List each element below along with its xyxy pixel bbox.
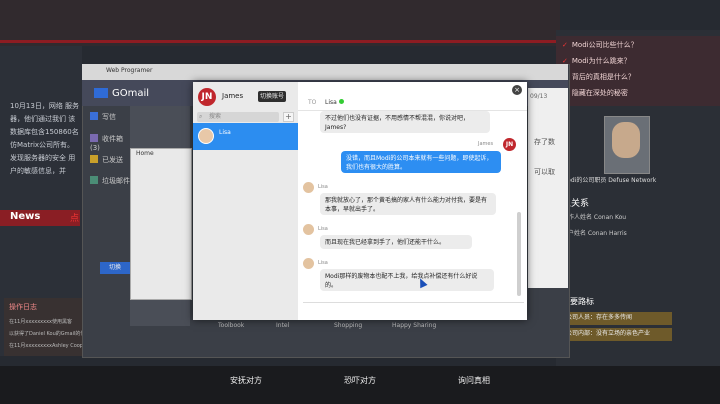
gmail-brand: GOmail bbox=[112, 88, 150, 99]
contact-search-input[interactable]: 搜索 bbox=[197, 112, 279, 122]
message-sender-name: Lisa bbox=[318, 184, 328, 190]
switch-button[interactable]: 切换 bbox=[100, 262, 130, 274]
news-article-text: 10月13日，网络 服务器，他们通过我们 该数据库包含150860名 仿Matr… bbox=[10, 102, 80, 175]
mail-reading-pane bbox=[528, 88, 568, 288]
folder-sent[interactable]: 已发送 bbox=[90, 155, 130, 169]
question-item[interactable]: ✓ Modi公司比些什么？ bbox=[562, 40, 712, 54]
folder-inbox[interactable]: 收件箱(3) bbox=[90, 134, 130, 152]
suspect-face bbox=[612, 122, 640, 158]
message-sender-avatar bbox=[303, 258, 314, 269]
question-item[interactable]: ✓隐藏在深处的秘密 bbox=[562, 88, 712, 102]
news-label: News bbox=[10, 211, 41, 222]
switch-account-button[interactable]: 切换账号 bbox=[258, 91, 286, 102]
message-sender-avatar bbox=[303, 182, 314, 193]
footer-link-happy-sharing[interactable]: Happy Sharing bbox=[392, 322, 436, 329]
folder-compose[interactable]: 写信 bbox=[90, 112, 130, 126]
close-button[interactable]: × bbox=[512, 85, 522, 95]
message-sender-name: James bbox=[478, 141, 494, 147]
relation-row: 合作人姓名 Conan Kou bbox=[562, 214, 627, 221]
message-sender-avatar: JN bbox=[503, 138, 516, 151]
background-red-strip bbox=[0, 40, 560, 43]
sent-icon bbox=[90, 155, 98, 163]
question-item[interactable]: ✓ Modi为什么跳来？ bbox=[562, 56, 712, 70]
contact-name: Lisa bbox=[219, 129, 231, 136]
chat-header-prefix: TO bbox=[308, 99, 317, 106]
question-item[interactable]: ✓背后的真相是什么？ bbox=[562, 72, 712, 86]
message-sender-name: Lisa bbox=[318, 260, 328, 266]
gmail-window-title: Web Programer bbox=[106, 67, 153, 74]
folder-spam[interactable]: 垃圾邮件 bbox=[90, 176, 130, 190]
user-avatar: JN bbox=[198, 88, 216, 106]
action-ask-truth-button[interactable]: 询问真相 bbox=[424, 373, 524, 389]
chat-header-name: Lisa bbox=[325, 99, 337, 106]
message-bubble-outgoing: 没错，而且Modi的公司本来就有一些问题，即使起诉，我们也有很大的胜算。 bbox=[341, 151, 501, 173]
contact-avatar bbox=[198, 128, 214, 144]
network-label: Modi的公司职员 Defuse Network bbox=[562, 177, 657, 184]
check-icon: ✓ bbox=[562, 41, 568, 49]
home-window bbox=[130, 148, 192, 300]
message-bubble-incoming: 不过他们也没有证据，不用感情不帮混混，你说对吧，James? bbox=[320, 111, 490, 133]
chat-scrollbar[interactable] bbox=[517, 212, 521, 296]
mail-snippet: 存了数 bbox=[534, 138, 555, 146]
message-bubble-incoming: 那我就放心了，那个黄毛搞的家人有什么能力对付我，要是有本事，早就出手了。 bbox=[320, 193, 496, 215]
mail-date: 09/13 bbox=[530, 93, 548, 100]
home-window-title: Home bbox=[136, 150, 154, 157]
compose-icon bbox=[90, 112, 98, 120]
important-item: 公司人员：存在多多传闻 bbox=[562, 312, 672, 325]
user-name: James bbox=[222, 92, 244, 100]
online-status-icon bbox=[339, 99, 344, 104]
news-dot-label: 点 bbox=[70, 214, 80, 224]
action-comfort-button[interactable]: 安抚对方 bbox=[196, 373, 296, 389]
search-icon: ⌕ bbox=[199, 113, 203, 120]
important-item: 公司内部：没有立场的亲色产业 bbox=[562, 328, 672, 341]
gmail-titlebar bbox=[82, 64, 568, 80]
message-sender-avatar bbox=[303, 224, 314, 235]
message-bubble-incoming: 而且现在我已经拿到手了，他们还能干什么。 bbox=[320, 235, 472, 249]
add-contact-button[interactable]: + bbox=[283, 112, 294, 122]
action-threaten-button[interactable]: 恐吓对方 bbox=[310, 373, 410, 389]
spam-icon bbox=[90, 176, 98, 184]
inbox-icon bbox=[90, 134, 98, 142]
message-input[interactable] bbox=[303, 302, 524, 317]
footer-link-toolbook[interactable]: Toolbook bbox=[218, 322, 244, 329]
mail-snippet: 可以取 bbox=[534, 168, 555, 176]
mail-icon bbox=[94, 88, 108, 98]
operation-log-title: 操作日志 bbox=[9, 303, 37, 311]
relation-row: 账户姓名 Conan Harris bbox=[562, 230, 627, 237]
message-bubble-incoming: Modi那样的废物本也配不上我，给我点补偿还有什么好说的。 bbox=[320, 269, 494, 291]
footer-link-shopping[interactable]: Shopping bbox=[334, 322, 362, 329]
message-sender-name: Lisa bbox=[318, 226, 328, 232]
footer-link-intel[interactable]: Intel bbox=[276, 322, 289, 329]
